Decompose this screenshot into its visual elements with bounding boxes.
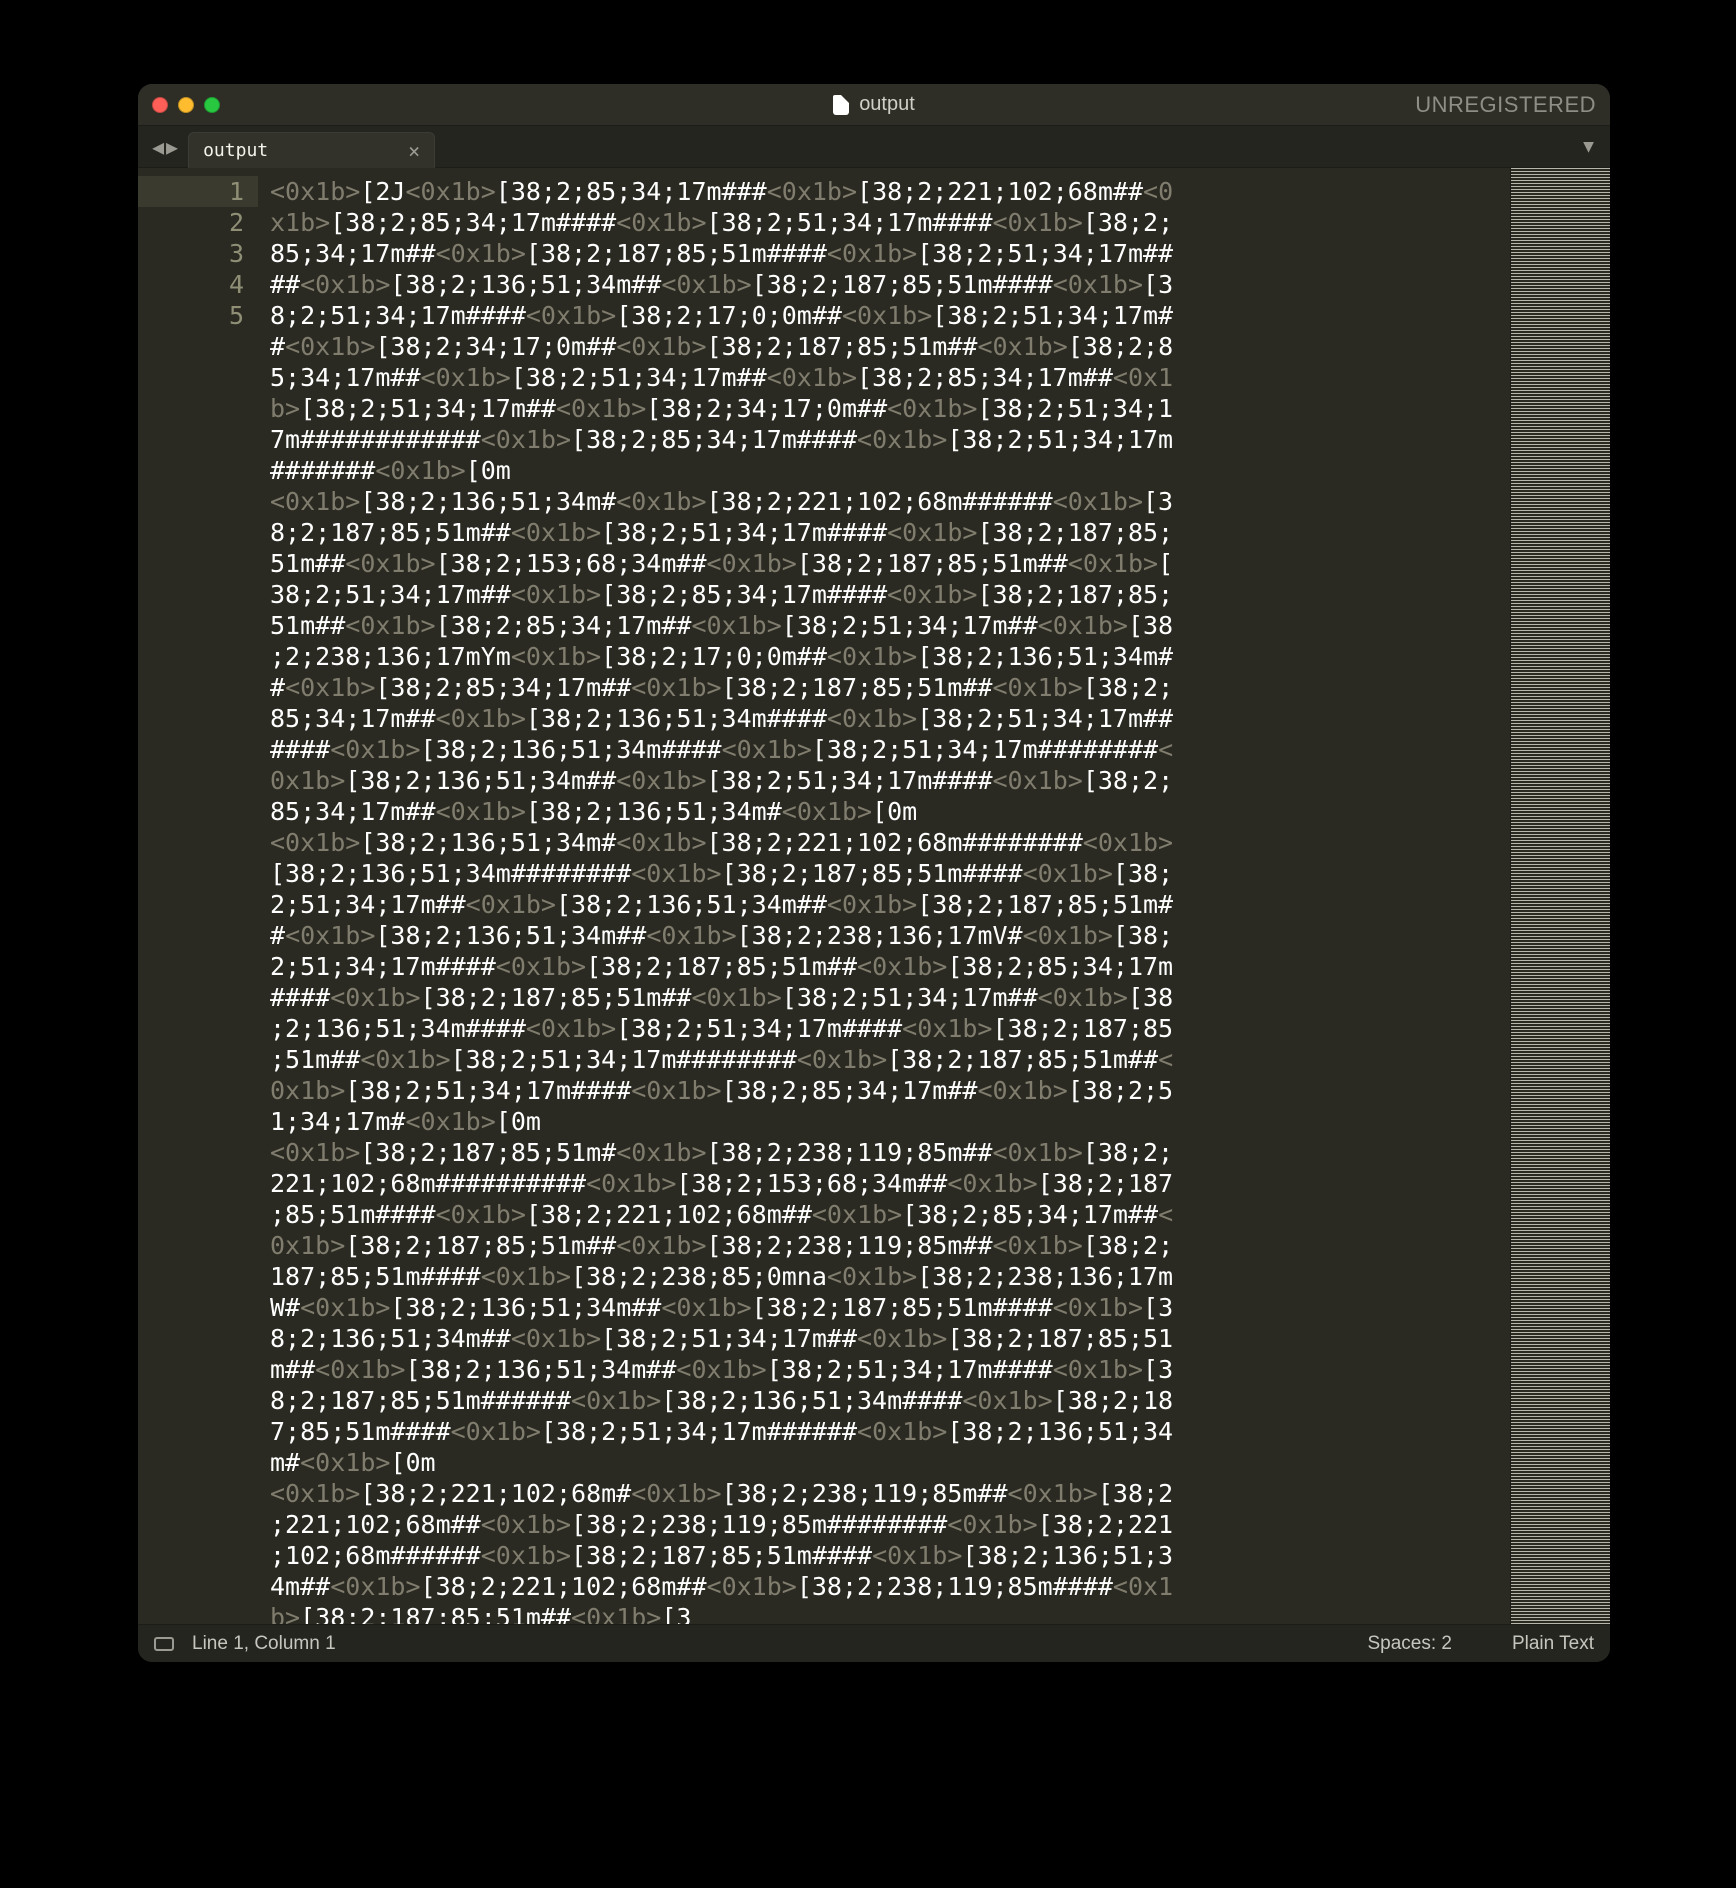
code-row: 221;102;68m##########<0x1b>[38;2;153;68;…	[270, 1168, 1504, 1199]
code-row: #<0x1b>[38;2;34;17;0m##<0x1b>[38;2;187;8…	[270, 331, 1504, 362]
code-row: 8;2;187;85;51m##<0x1b>[38;2;51;34;17m###…	[270, 517, 1504, 548]
code-row: ##<0x1b>[38;2;136;51;34m##<0x1b>[38;2;18…	[270, 269, 1504, 300]
code-row: <0x1b>[38;2;136;51;34m#<0x1b>[38;2;221;1…	[270, 827, 1504, 858]
document-icon	[833, 95, 849, 115]
status-bar: Line 1, Column 1 Spaces: 2 Plain Text	[138, 1624, 1610, 1662]
code-row: ;221;102;68m##<0x1b>[38;2;238;119;85m###…	[270, 1509, 1504, 1540]
code-row: <0x1b>[38;2;136;51;34m#<0x1b>[38;2;221;1…	[270, 486, 1504, 517]
code-row: m##<0x1b>[38;2;136;51;34m##<0x1b>[38;2;5…	[270, 1354, 1504, 1385]
code-row: 1;34;17m#<0x1b>[0m	[270, 1106, 1504, 1137]
code-row: <0x1b>[38;2;187;85;51m#<0x1b>[38;2;238;1…	[270, 1137, 1504, 1168]
code-row: ;51m##<0x1b>[38;2;51;34;17m########<0x1b…	[270, 1044, 1504, 1075]
code-row: W#<0x1b>[38;2;136;51;34m##<0x1b>[38;2;18…	[270, 1292, 1504, 1323]
code-row: m#<0x1b>[0m	[270, 1447, 1504, 1478]
code-row: 8;2;136;51;34m##<0x1b>[38;2;51;34;17m##<…	[270, 1323, 1504, 1354]
code-row: <0x1b>[38;2;221;102;68m#<0x1b>[38;2;238;…	[270, 1478, 1504, 1509]
tab-output[interactable]: output ×	[188, 132, 435, 168]
code-row: 2;51;34;17m####<0x1b>[38;2;187;85;51m##<…	[270, 951, 1504, 982]
code-row: 0x1b>[38;2;136;51;34m##<0x1b>[38;2;51;34…	[270, 765, 1504, 796]
line-number-gutter: 12345	[138, 168, 258, 1624]
code-row: 7;85;51m####<0x1b>[38;2;51;34;17m######<…	[270, 1416, 1504, 1447]
code-row: 8;2;187;85;51m######<0x1b>[38;2;136;51;3…	[270, 1385, 1504, 1416]
code-row: ;2;238;136;17mYm<0x1b>[38;2;17;0;0m##<0x…	[270, 641, 1504, 672]
code-row: 4m##<0x1b>[38;2;221;102;68m##<0x1b>[38;2…	[270, 1571, 1504, 1602]
line-number: 4	[138, 269, 258, 300]
history-nav: ◀ ▶	[146, 135, 188, 167]
status-syntax[interactable]: Plain Text	[1512, 1633, 1594, 1655]
code-row: 0x1b>[38;2;187;85;51m##<0x1b>[38;2;238;1…	[270, 1230, 1504, 1261]
code-row: 0x1b>[38;2;51;34;17m####<0x1b>[38;2;85;3…	[270, 1075, 1504, 1106]
text-content[interactable]: <0x1b>[2J<0x1b>[38;2;85;34;17m###<0x1b>[…	[258, 168, 1510, 1624]
editor-area: 12345 <0x1b>[2J<0x1b>[38;2;85;34;17m###<…	[138, 168, 1610, 1624]
code-row: 7m############<0x1b>[38;2;85;34;17m####<…	[270, 424, 1504, 455]
editor-window: output UNREGISTERED ◀ ▶ output × ▼ 12345…	[138, 84, 1610, 1662]
code-row: ;2;136;51;34m####<0x1b>[38;2;51;34;17m##…	[270, 1013, 1504, 1044]
code-row: 85;34;17m##<0x1b>[38;2;136;51;34m####<0x…	[270, 703, 1504, 734]
line-number: 1	[138, 176, 258, 207]
code-row: 85;34;17m##<0x1b>[38;2;187;85;51m####<0x…	[270, 238, 1504, 269]
code-row: ####<0x1b>[38;2;187;85;51m##<0x1b>[38;2;…	[270, 982, 1504, 1013]
minimap[interactable]	[1510, 168, 1610, 1624]
code-row: 85;34;17m##<0x1b>[38;2;136;51;34m#<0x1b>…	[270, 796, 1504, 827]
code-row: 2;51;34;17m##<0x1b>[38;2;136;51;34m##<0x…	[270, 889, 1504, 920]
code-row: 38;2;51;34;17m##<0x1b>[38;2;85;34;17m###…	[270, 579, 1504, 610]
tab-label: output	[203, 140, 268, 161]
code-row: ;102;68m######<0x1b>[38;2;187;85;51m####…	[270, 1540, 1504, 1571]
code-row: ####<0x1b>[38;2;136;51;34m####<0x1b>[38;…	[270, 734, 1504, 765]
code-row: ;85;51m####<0x1b>[38;2;221;102;68m##<0x1…	[270, 1199, 1504, 1230]
status-cursor-position[interactable]: Line 1, Column 1	[192, 1633, 336, 1655]
tab-row: ◀ ▶ output × ▼	[138, 126, 1610, 168]
code-row: 8;2;51;34;17m####<0x1b>[38;2;17;0;0m##<0…	[270, 300, 1504, 331]
code-row: b>[38;2;187;85;51m##<0x1b>[3	[270, 1602, 1504, 1624]
code-row: #<0x1b>[38;2;85;34;17m##<0x1b>[38;2;187;…	[270, 672, 1504, 703]
line-number: 5	[138, 300, 258, 331]
titlebar: output UNREGISTERED	[138, 84, 1610, 126]
code-row: b>[38;2;51;34;17m##<0x1b>[38;2;34;17;0m#…	[270, 393, 1504, 424]
nav-forward-icon[interactable]: ▶	[166, 135, 178, 159]
window-title-text: output	[859, 93, 915, 116]
code-row: [38;2;136;51;34m########<0x1b>[38;2;187;…	[270, 858, 1504, 889]
code-row: #######<0x1b>[0m	[270, 455, 1504, 486]
window-title: output	[138, 93, 1610, 116]
code-row: x1b>[38;2;85;34;17m####<0x1b>[38;2;51;34…	[270, 207, 1504, 238]
code-row: 51m##<0x1b>[38;2;85;34;17m##<0x1b>[38;2;…	[270, 610, 1504, 641]
code-row: 5;34;17m##<0x1b>[38;2;51;34;17m##<0x1b>[…	[270, 362, 1504, 393]
code-row: <0x1b>[2J<0x1b>[38;2;85;34;17m###<0x1b>[…	[270, 176, 1504, 207]
code-row: 187;85;51m####<0x1b>[38;2;238;85;0mna<0x…	[270, 1261, 1504, 1292]
pane-icon[interactable]	[154, 1637, 174, 1651]
line-number: 2	[138, 207, 258, 238]
tab-close-icon[interactable]: ×	[408, 141, 420, 161]
code-row: #<0x1b>[38;2;136;51;34m##<0x1b>[38;2;238…	[270, 920, 1504, 951]
status-indentation[interactable]: Spaces: 2	[1367, 1633, 1452, 1655]
tabs-menu-button[interactable]: ▼	[1583, 136, 1594, 157]
line-number: 3	[138, 238, 258, 269]
nav-back-icon[interactable]: ◀	[152, 135, 164, 159]
code-row: 51m##<0x1b>[38;2;153;68;34m##<0x1b>[38;2…	[270, 548, 1504, 579]
